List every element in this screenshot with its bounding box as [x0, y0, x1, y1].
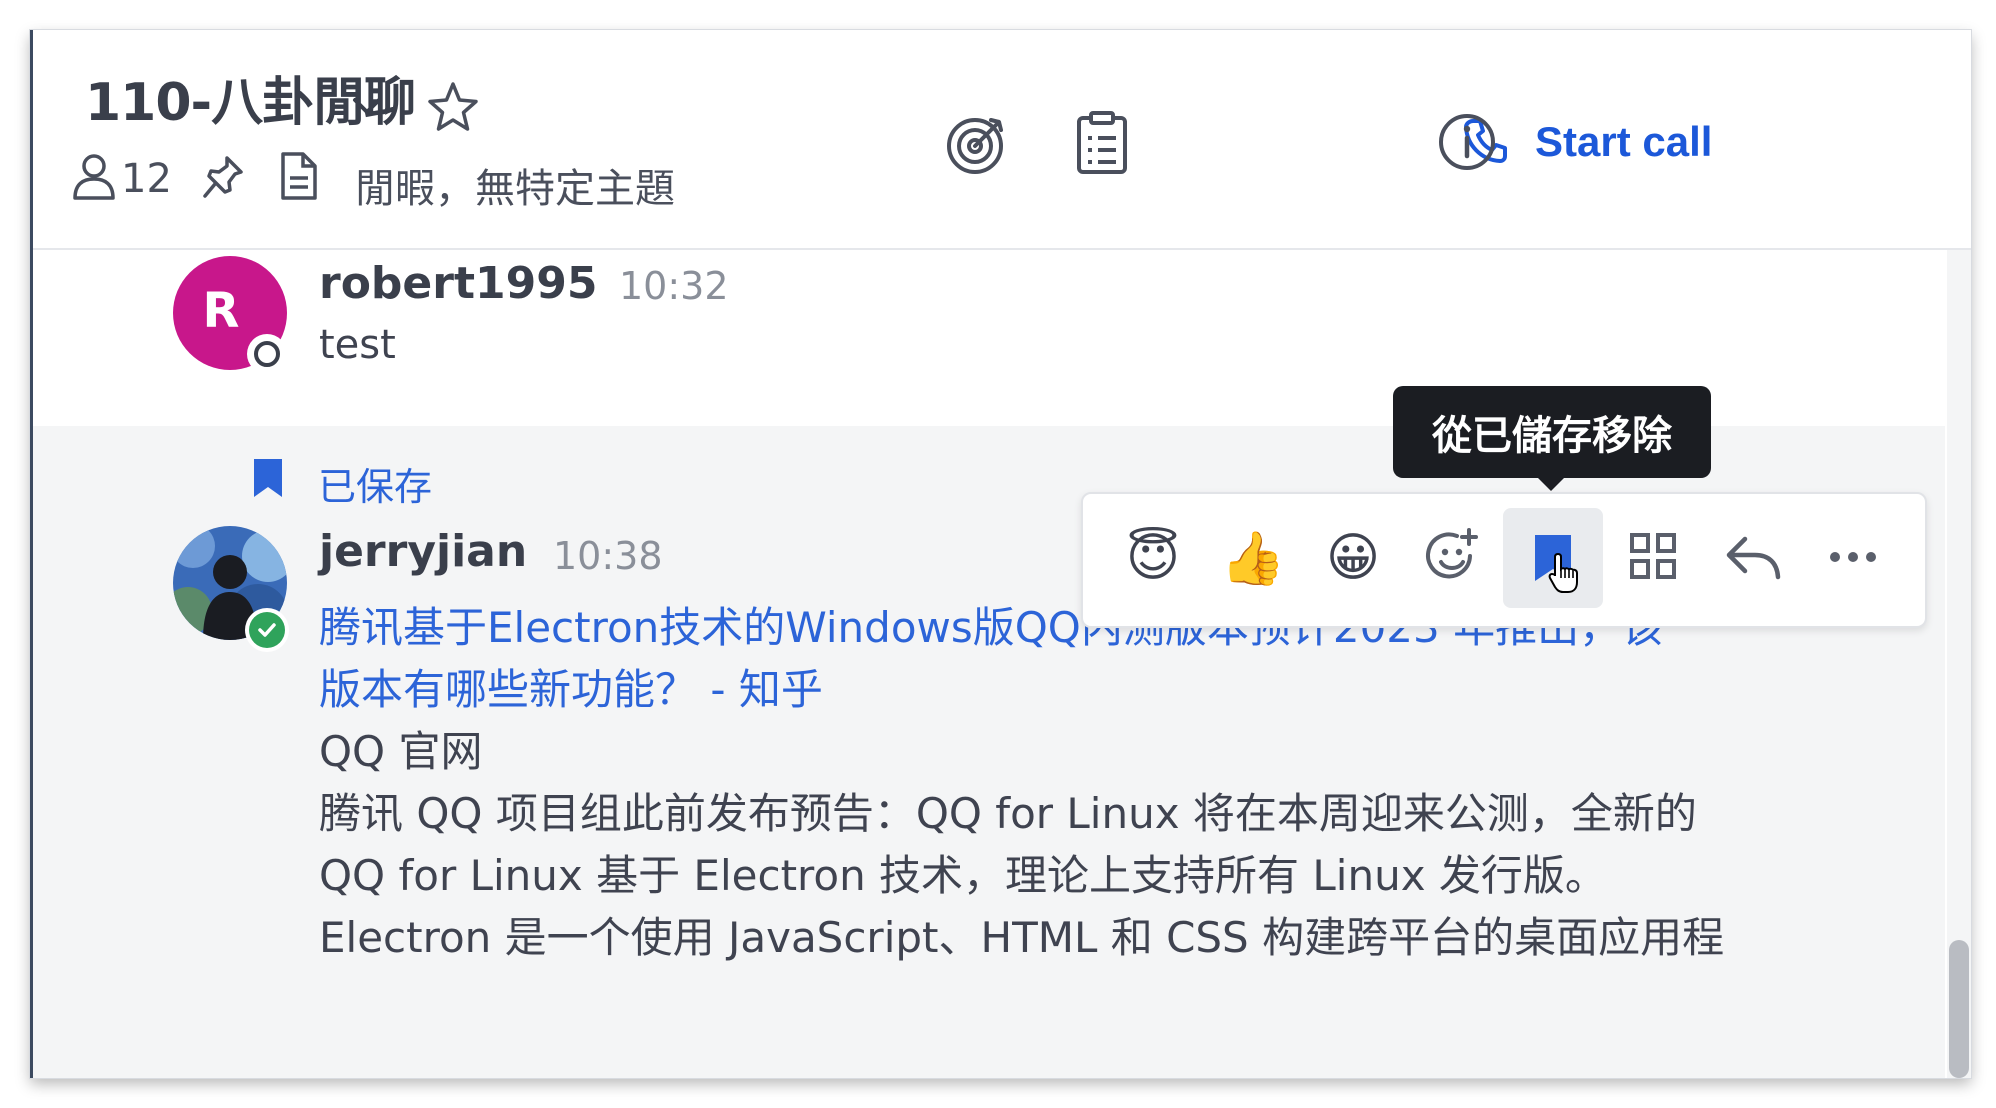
grinning-emoji: 😀 [1325, 528, 1381, 588]
chat-window: 110-八卦閒聊 12 閒暇，無特定主題 Start call R robert… [30, 30, 1971, 1078]
thumbsup-emoji: 👍 [1220, 528, 1286, 589]
remove-from-saved-button[interactable] [1503, 508, 1603, 608]
chevron-down-icon[interactable] [351, 90, 383, 122]
message-list: R robert1995 10:32 test 已保存 jerryjian 10… [33, 250, 1971, 1078]
message-link[interactable]: 版本有哪些新功能？ - 知乎 [319, 656, 823, 717]
saved-bookmark-icon [1528, 528, 1578, 593]
innocent-emoji: 😇 [1125, 528, 1181, 588]
clipboard-icon[interactable] [1075, 110, 1129, 176]
start-call-label: Start call [1535, 118, 1713, 165]
username[interactable]: robert1995 [319, 258, 597, 309]
more-actions-button[interactable] [1803, 508, 1903, 608]
message-text: 腾讯 QQ 项目组此前发布预告：QQ for Linux 将在本周迎来公测，全新… [319, 789, 1697, 838]
message-text: QQ 官网 [319, 727, 483, 776]
start-call-button[interactable]: Start call [1463, 112, 1712, 172]
more-dots-icon [1828, 549, 1878, 568]
add-reaction-button[interactable] [1403, 508, 1503, 608]
status-offline-icon [247, 334, 287, 374]
message-hover-toolbar: 😇 👍 😀 [1081, 492, 1927, 628]
file-icon[interactable] [279, 150, 319, 202]
channel-header: 110-八卦閒聊 12 閒暇，無特定主題 Start call [33, 30, 1971, 250]
react-grinning-button[interactable]: 😀 [1303, 508, 1403, 608]
status-online-icon [245, 608, 289, 652]
saved-bookmark-icon [251, 456, 285, 500]
target-icon[interactable] [945, 112, 1009, 176]
react-thumbsup-button[interactable]: 👍 [1203, 508, 1303, 608]
info-icon[interactable] [1437, 112, 1497, 172]
channel-purpose: 閒暇，無特定主題 [355, 166, 675, 212]
timestamp[interactable]: 10:38 [553, 534, 663, 578]
saved-label: 已保存 [318, 465, 433, 509]
timestamp[interactable]: 10:32 [619, 264, 729, 308]
member-icon[interactable] [71, 152, 117, 202]
message-text: QQ for Linux 基于 Electron 技术，理论上支持所有 Linu… [319, 851, 1607, 900]
apps-button[interactable] [1603, 508, 1703, 608]
scrollbar-thumb[interactable] [1949, 940, 1969, 1078]
reply-arrow-icon [1723, 531, 1783, 585]
tooltip-arrow [1537, 477, 1565, 491]
tooltip-remove-from-saved: 從已儲存移除 [1393, 386, 1711, 478]
username[interactable]: jerryjian [319, 526, 527, 577]
member-count[interactable]: 12 [121, 156, 172, 202]
apps-grid-icon [1628, 531, 1678, 585]
pin-icon[interactable] [199, 152, 247, 202]
message-text: Electron 是一个使用 JavaScript、HTML 和 CSS 构建跨… [319, 913, 1725, 962]
star-icon[interactable] [423, 78, 483, 138]
add-reaction-icon [1423, 526, 1483, 590]
reply-button[interactable] [1703, 508, 1803, 608]
message-text: test [319, 322, 396, 368]
avatar-letter: R [202, 283, 240, 339]
react-innocent-button[interactable]: 😇 [1103, 508, 1203, 608]
hand-cursor-icon [1548, 552, 1578, 593]
